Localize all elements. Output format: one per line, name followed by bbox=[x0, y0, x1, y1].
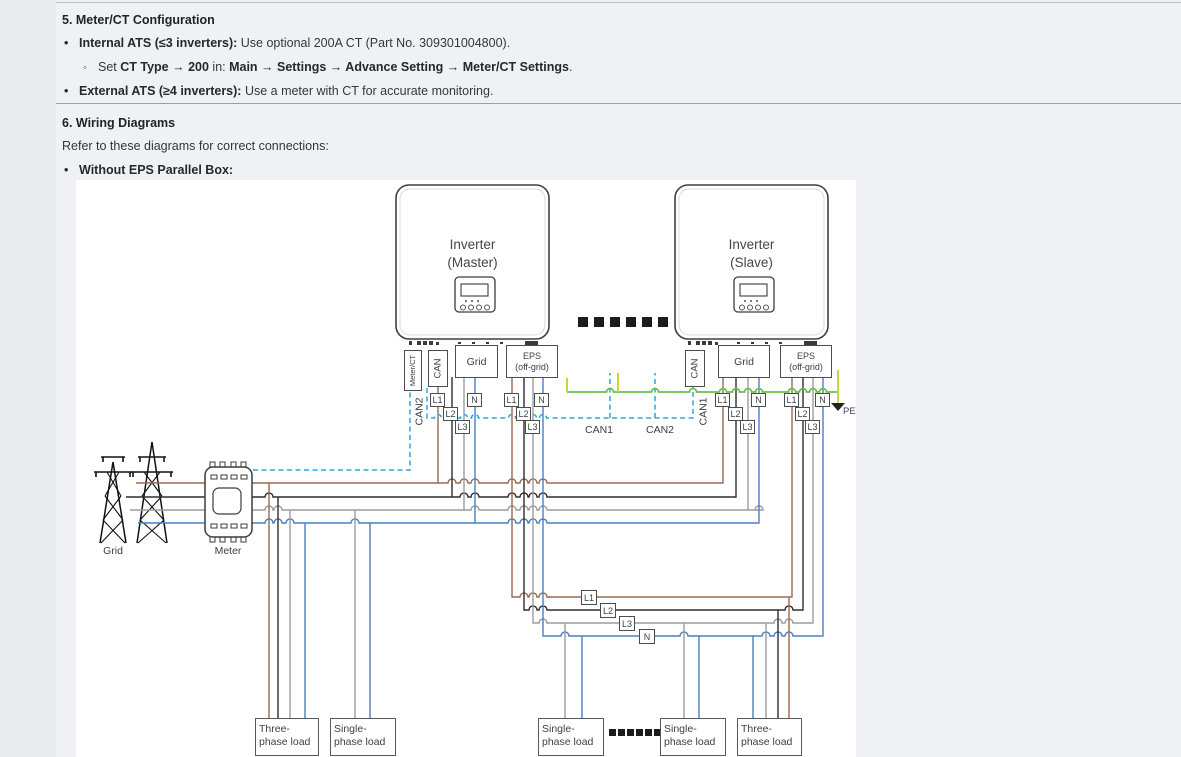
port-grid-slave: Grid bbox=[718, 345, 770, 378]
grid-towers-icon bbox=[94, 442, 173, 543]
pin-l2-master-grid: L2 bbox=[443, 407, 458, 421]
comm-wires bbox=[253, 373, 693, 470]
eps-bus-label-l3: L3 bbox=[619, 616, 635, 631]
pin-l3-slave-grid: L3 bbox=[740, 420, 755, 434]
can2-label: CAN2 bbox=[646, 424, 674, 436]
grid-label: Grid bbox=[88, 545, 138, 557]
pin-l3-slave-eps: L3 bbox=[805, 420, 820, 434]
port-can-master: CAN bbox=[428, 350, 448, 387]
ellipsis-separator-bottom bbox=[609, 729, 661, 736]
port-can-slave: CAN bbox=[685, 350, 705, 387]
can2-rotated-label: CAN2 bbox=[414, 392, 427, 432]
pin-l3-master-eps: L3 bbox=[525, 420, 540, 434]
display-panel-icon bbox=[455, 277, 495, 312]
port-eps-slave: EPS(off-grid) bbox=[780, 345, 832, 378]
meter-label: Meter bbox=[203, 545, 253, 557]
load-box-three-phase-1: Three-phase load bbox=[255, 718, 319, 756]
pin-n-slave-eps: N bbox=[815, 393, 830, 407]
grid-feeder-wires bbox=[126, 483, 205, 523]
load-box-three-phase-2: Three-phase load bbox=[737, 718, 802, 756]
port-eps-master: EPS(off-grid) bbox=[506, 345, 558, 378]
load-drop-wires bbox=[269, 483, 789, 718]
pin-n-master-grid: N bbox=[467, 393, 482, 407]
inverter-slave-label: Inverter (Slave) bbox=[675, 236, 828, 272]
pin-n-master-eps: N bbox=[534, 393, 549, 407]
port-grid-master: Grid bbox=[455, 345, 498, 378]
pin-n-slave-grid: N bbox=[751, 393, 766, 407]
eps-bus-label-l2: L2 bbox=[600, 603, 616, 618]
ellipsis-separator-top bbox=[578, 317, 668, 327]
eps-bus-label-l1: L1 bbox=[581, 590, 597, 605]
pin-l2-slave-grid: L2 bbox=[728, 407, 743, 421]
wiring-diagram bbox=[0, 0, 1181, 757]
eps-bus-wires bbox=[512, 377, 823, 636]
display-panel-icon bbox=[734, 277, 774, 312]
pin-l1-slave-grid: L1 bbox=[715, 393, 730, 407]
can1-rotated-label: CAN1 bbox=[698, 392, 711, 432]
pin-l2-slave-eps: L2 bbox=[795, 407, 810, 421]
pin-l2-master-eps: L2 bbox=[516, 407, 531, 421]
port-meter-ct-master: Meter/CT bbox=[404, 350, 422, 391]
pin-l1-master-grid: L1 bbox=[430, 393, 445, 407]
load-box-single-phase-1: Single-phase load bbox=[330, 718, 396, 756]
pin-l3-master-grid: L3 bbox=[455, 420, 470, 434]
inverter-master-label: Inverter (Master) bbox=[396, 236, 549, 272]
meter-icon bbox=[205, 462, 252, 542]
pin-l1-slave-eps: L1 bbox=[784, 393, 799, 407]
pin-l1-master-eps: L1 bbox=[504, 393, 519, 407]
pe-label: PE bbox=[843, 406, 856, 417]
load-box-single-phase-3: Single-phase load bbox=[660, 718, 726, 756]
can1-label: CAN1 bbox=[585, 424, 613, 436]
load-box-single-phase-2: Single-phase load bbox=[538, 718, 604, 756]
eps-bus-label-n: N bbox=[639, 629, 655, 644]
